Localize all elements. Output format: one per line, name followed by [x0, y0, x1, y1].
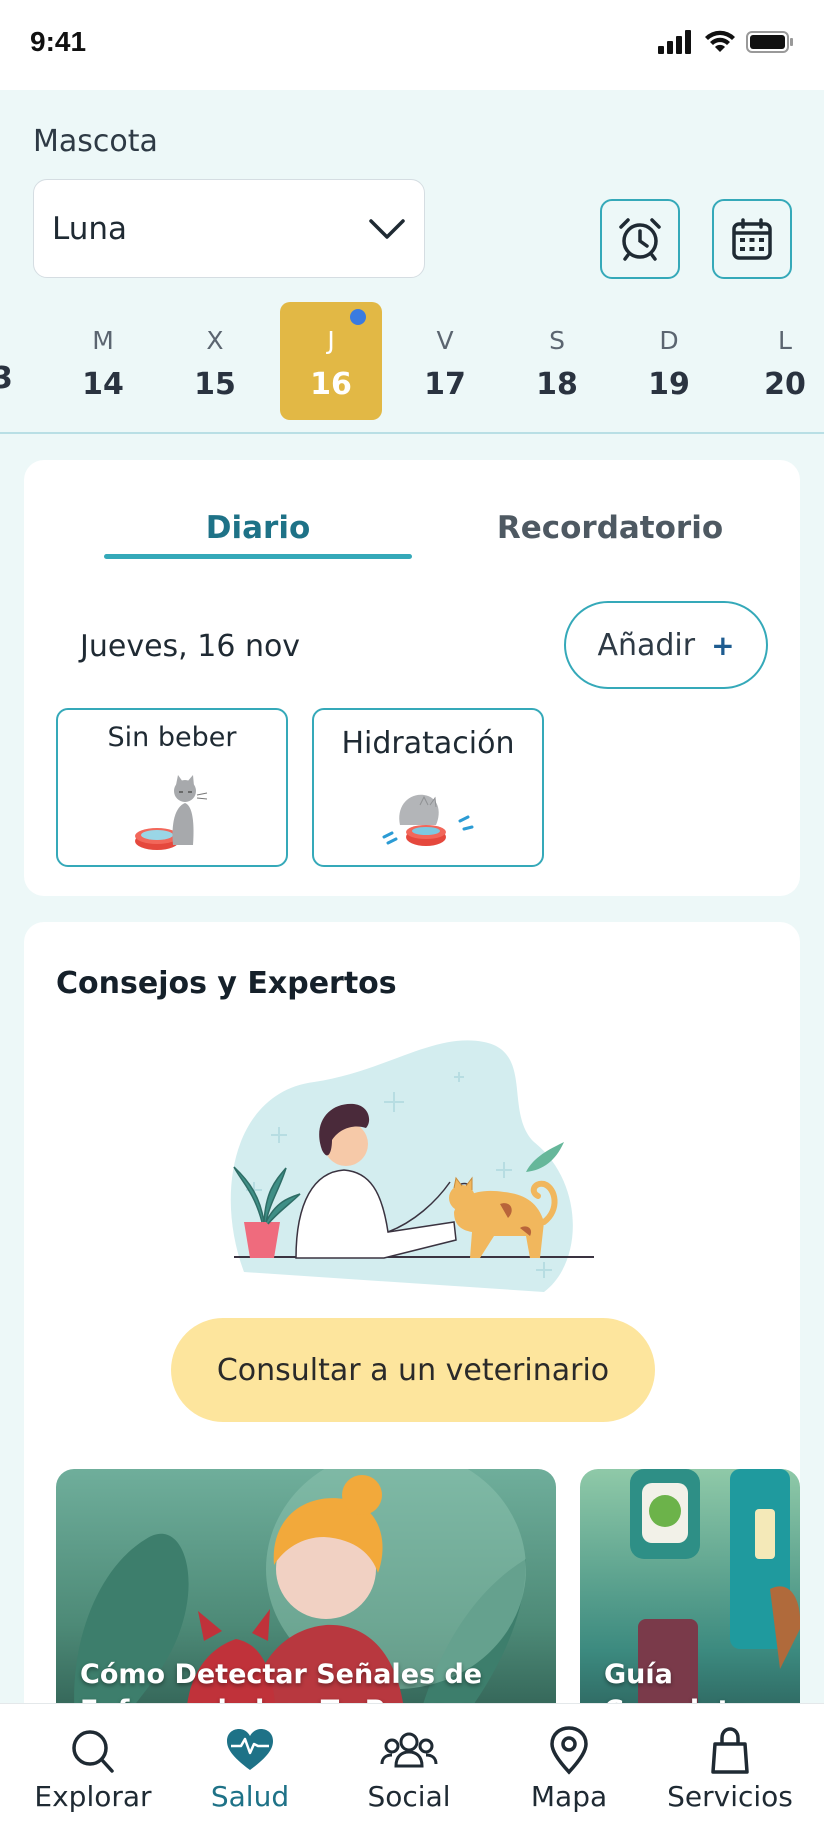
article-card[interactable]: Guía Completa de tu Mascota	[580, 1469, 800, 1729]
day-number: 15	[194, 367, 236, 402]
day-number: 19	[648, 367, 690, 402]
map-pin-icon	[550, 1726, 588, 1775]
day-17[interactable]: V 17	[395, 302, 495, 420]
day-19[interactable]: D 19	[619, 302, 719, 420]
tab-diario[interactable]: Diario	[104, 510, 412, 546]
entry-hidratacion[interactable]: Hidratación	[312, 708, 544, 867]
day-18[interactable]: S 18	[507, 302, 607, 420]
status-icons	[658, 30, 794, 54]
nav-label: Mapa	[530, 1780, 608, 1813]
active-tab-indicator	[104, 554, 412, 559]
people-icon	[380, 1732, 438, 1768]
event-dot	[350, 309, 366, 325]
pet-select-value: Luna	[52, 210, 128, 247]
day-14[interactable]: M 14	[53, 302, 153, 420]
pet-label: Mascota	[33, 124, 158, 159]
nav-label: Servicios	[667, 1780, 793, 1813]
status-time: 9:41	[30, 26, 87, 57]
tips-title: Consejos y Expertos	[56, 966, 397, 1001]
day-partial[interactable]: 3	[0, 361, 13, 396]
consult-vet-label: Consultar a un veterinario	[216, 1352, 610, 1388]
diary-card: Diario Recordatorio Jueves, 16 nov Añadi…	[24, 460, 800, 896]
search-icon	[72, 1730, 114, 1773]
alarm-clock-icon	[619, 218, 661, 261]
chevron-down-icon	[369, 218, 405, 239]
bottom-nav: Explorar Salud Social Mapa Servicios	[0, 1703, 824, 1834]
day-number: 16	[310, 367, 352, 402]
shopping-bag-icon	[711, 1727, 749, 1774]
battery-icon	[746, 31, 793, 53]
week-days-strip: 3 M 14 X 15 J 16 V 17 S 18 D 19 L 20	[0, 302, 824, 434]
day-letter: D	[659, 326, 679, 355]
day-letter: S	[549, 326, 565, 355]
cat-drinking-illustration	[382, 794, 474, 846]
pet-select[interactable]: Luna	[33, 179, 425, 278]
nav-label: Social	[367, 1780, 451, 1813]
status-bar: 9:41	[0, 0, 824, 90]
add-label: Añadir	[597, 627, 696, 663]
entry-sin-beber[interactable]: Sin beber	[56, 708, 288, 867]
day-16-selected[interactable]: J 16	[280, 302, 382, 420]
plus-icon: +	[711, 628, 735, 662]
diary-date: Jueves, 16 nov	[80, 629, 301, 664]
entry-label: Sin beber	[107, 722, 237, 753]
day-number: 17	[424, 367, 466, 402]
day-letter: J	[327, 326, 335, 355]
nav-item-mapa[interactable]: Mapa	[494, 1726, 644, 1813]
signal-icon	[658, 30, 691, 54]
day-number: 18	[536, 367, 578, 402]
article-card[interactable]: Cómo Detectar Señales de Enfermedad en T…	[56, 1469, 556, 1729]
cat-not-drinking-illustration	[135, 775, 208, 850]
nav-label: Salud	[210, 1780, 290, 1813]
day-letter: V	[436, 326, 454, 355]
day-letter: X	[206, 326, 224, 355]
alarm-button[interactable]	[600, 199, 680, 279]
day-number: 14	[82, 367, 124, 402]
tabs: Diario Recordatorio	[80, 510, 760, 590]
add-entry-button[interactable]: Añadir +	[564, 601, 768, 689]
wifi-icon	[705, 30, 735, 52]
day-15[interactable]: X 15	[165, 302, 265, 420]
tab-recordatorio[interactable]: Recordatorio	[460, 510, 760, 546]
nav-item-salud[interactable]: Salud	[175, 1726, 325, 1813]
calendar-icon	[732, 218, 772, 260]
nav-item-explorar[interactable]: Explorar	[18, 1726, 168, 1813]
nav-item-social[interactable]: Social	[334, 1726, 484, 1813]
entry-label: Hidratación	[341, 726, 515, 761]
day-letter: L	[778, 326, 792, 355]
tips-card: Consejos y Expertos Consultar a un veter…	[24, 922, 800, 1834]
nav-label: Explorar	[34, 1780, 152, 1813]
day-letter: M	[92, 326, 114, 355]
heart-pulse-icon	[227, 1729, 273, 1770]
vet-with-cat-illustration	[230, 1040, 594, 1292]
consult-vet-button[interactable]: Consultar a un veterinario	[171, 1318, 655, 1422]
day-number: 20	[764, 367, 806, 402]
day-20[interactable]: L 20	[735, 302, 824, 420]
nav-item-servicios[interactable]: Servicios	[655, 1726, 805, 1813]
calendar-button[interactable]	[712, 199, 792, 279]
